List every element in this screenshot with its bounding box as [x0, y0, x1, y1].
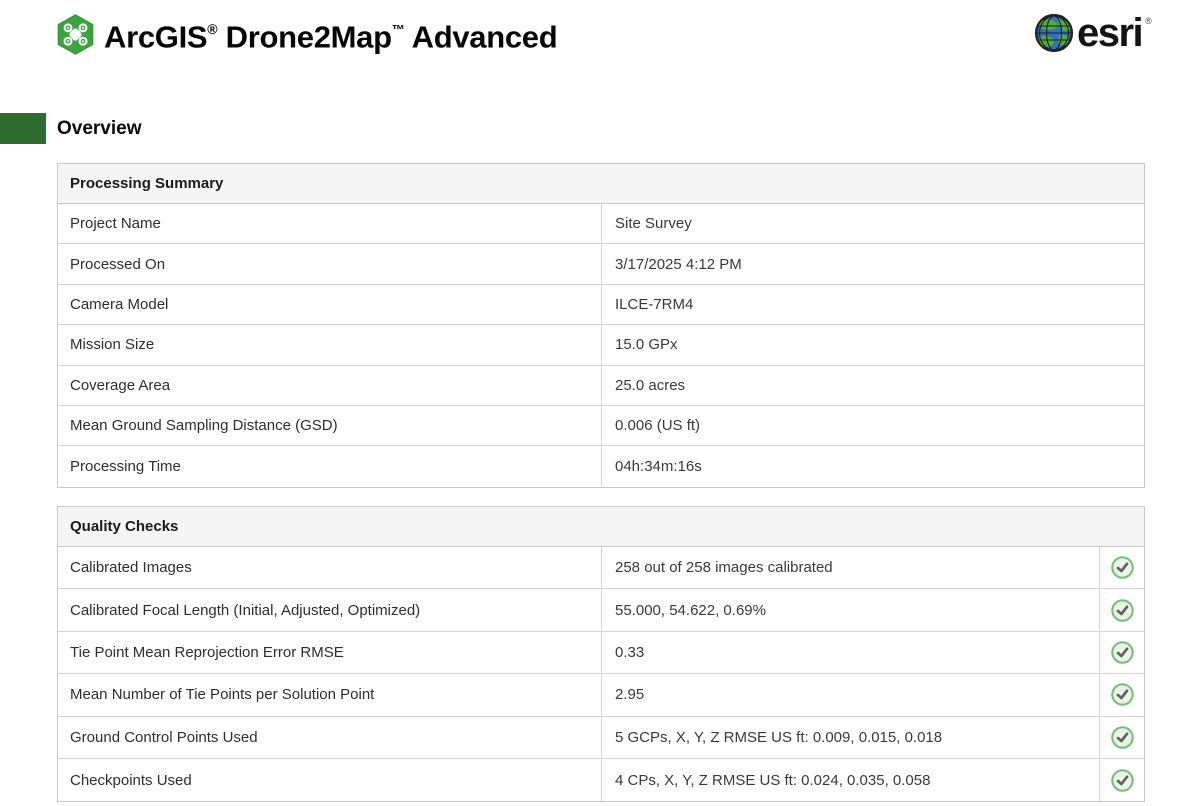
row-value: 258 out of 258 images calibrated [601, 547, 1099, 588]
row-value: 0.33 [601, 632, 1099, 673]
table-row: Mission Size 15.0 GPx [58, 325, 1144, 365]
row-label: Mean Number of Tie Points per Solution P… [58, 674, 601, 715]
processing-summary-header: Processing Summary [58, 164, 1144, 204]
row-label: Calibrated Focal Length (Initial, Adjust… [58, 589, 601, 630]
row-label: Mission Size [58, 325, 601, 364]
check-icon [1111, 641, 1134, 664]
row-value: ILCE-7RM4 [601, 285, 1144, 324]
row-value: 5 GCPs, X, Y, Z RMSE US ft: 0.009, 0.015… [601, 717, 1099, 758]
row-value: Site Survey [601, 204, 1144, 243]
row-value: 4 CPs, X, Y, Z RMSE US ft: 0.024, 0.035,… [601, 759, 1099, 801]
row-value: 2.95 [601, 674, 1099, 715]
table-row: Mean Number of Tie Points per Solution P… [58, 674, 1144, 716]
status-cell [1099, 589, 1144, 630]
status-cell [1099, 759, 1144, 801]
status-cell [1099, 632, 1144, 673]
check-icon [1111, 599, 1134, 622]
row-label: Coverage Area [58, 366, 601, 405]
check-icon [1111, 769, 1134, 792]
page-title: ArcGIS® Drone2Map™ Advanced [104, 11, 557, 57]
row-label: Checkpoints Used [58, 759, 601, 801]
check-icon [1111, 683, 1134, 706]
row-label: Processed On [58, 244, 601, 283]
row-label: Ground Control Points Used [58, 717, 601, 758]
table-row: Tie Point Mean Reprojection Error RMSE 0… [58, 632, 1144, 674]
row-label: Project Name [58, 204, 601, 243]
row-value: 25.0 acres [601, 366, 1144, 405]
table-row: Camera Model ILCE-7RM4 [58, 285, 1144, 325]
esri-registered-mark: ® [1145, 16, 1152, 26]
status-cell [1099, 547, 1144, 588]
row-label: Mean Ground Sampling Distance (GSD) [58, 406, 601, 445]
registered-mark: ® [207, 21, 217, 37]
row-value: 3/17/2025 4:12 PM [601, 244, 1144, 283]
table-row: Processing Time 04h:34m:16s [58, 446, 1144, 486]
table-row: Processed On 3/17/2025 4:12 PM [58, 244, 1144, 284]
quality-checks-header: Quality Checks [58, 507, 1144, 547]
processing-summary-table: Processing Summary Project Name Site Sur… [57, 163, 1145, 488]
table-row: Mean Ground Sampling Distance (GSD) 0.00… [58, 406, 1144, 446]
row-label: Calibrated Images [58, 547, 601, 588]
table-row: Calibrated Focal Length (Initial, Adjust… [58, 589, 1144, 631]
row-value: 0.006 (US ft) [601, 406, 1144, 445]
row-value: 04h:34m:16s [601, 446, 1144, 486]
esri-logo-text: esri [1077, 13, 1142, 53]
esri-logo: esri ® [1034, 13, 1152, 53]
section-title: Overview [57, 113, 142, 144]
table-row: Ground Control Points Used 5 GCPs, X, Y,… [58, 717, 1144, 759]
quality-checks-table: Quality Checks Calibrated Images 258 out… [57, 506, 1145, 802]
row-label: Tie Point Mean Reprojection Error RMSE [58, 632, 601, 673]
section-accent-block [0, 113, 46, 144]
table-row: Coverage Area 25.0 acres [58, 366, 1144, 406]
table-row: Checkpoints Used 4 CPs, X, Y, Z RMSE US … [58, 759, 1144, 801]
table-row: Calibrated Images 258 out of 258 images … [58, 547, 1144, 589]
trademark-mark: ™ [392, 22, 405, 37]
row-value: 55.000, 54.622, 0.69% [601, 589, 1099, 630]
esri-globe-icon [1034, 13, 1074, 53]
app-header: ArcGIS® Drone2Map™ Advanced [57, 11, 557, 57]
row-label: Camera Model [58, 285, 601, 324]
row-label: Processing Time [58, 446, 601, 486]
row-value: 15.0 GPx [601, 325, 1144, 364]
table-row: Project Name Site Survey [58, 204, 1144, 244]
check-icon [1111, 556, 1134, 579]
drone-hexagon-icon [57, 14, 94, 55]
status-cell [1099, 717, 1144, 758]
check-icon [1111, 726, 1134, 749]
status-cell [1099, 674, 1144, 715]
